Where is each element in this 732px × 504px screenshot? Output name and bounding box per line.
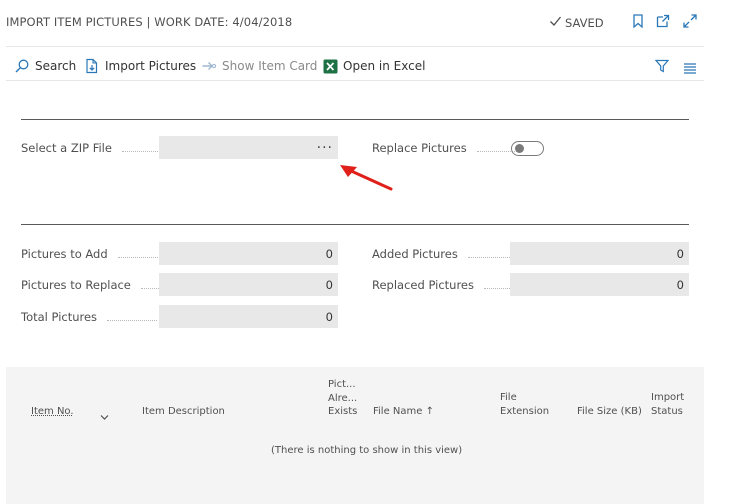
total-pictures-label: Total Pictures <box>21 310 158 324</box>
added-pictures-field: 0 <box>510 242 689 265</box>
show-item-card-button[interactable]: Show Item Card <box>201 56 317 76</box>
list-view-icon[interactable] <box>683 59 697 78</box>
toolbar-divider <box>6 80 704 81</box>
leader-dots <box>121 150 164 152</box>
total-pictures-field: 0 <box>159 305 338 328</box>
saved-label: SAVED <box>565 15 604 30</box>
excel-icon <box>323 59 338 74</box>
section-divider-options <box>21 119 689 120</box>
show-item-card-icon <box>201 58 217 74</box>
open-in-excel-label: Open in Excel <box>343 59 426 73</box>
open-new-window-icon[interactable] <box>655 13 671 29</box>
zip-file-label: Select a ZIP File <box>21 141 164 155</box>
column-header-picture-already-exists[interactable]: Pict... Alre... Exists <box>328 378 357 419</box>
checkmark-icon <box>549 15 562 30</box>
pictures-to-add-label: Pictures to Add <box>21 247 166 261</box>
replaced-pictures-field: 0 <box>510 273 689 296</box>
expand-icon[interactable] <box>682 13 698 29</box>
open-in-excel-button[interactable]: Open in Excel <box>323 56 425 76</box>
leader-dots <box>467 256 516 258</box>
replace-pictures-toggle[interactable] <box>511 141 544 156</box>
assist-edit-button[interactable]: ··· <box>317 140 333 156</box>
bookmark-icon[interactable] <box>630 13 646 29</box>
column-header-item-no[interactable]: Item No. <box>31 405 74 419</box>
column-header-item-description[interactable]: Item Description <box>142 405 225 419</box>
pictures-to-replace-label: Pictures to Replace <box>21 278 163 292</box>
column-header-import-status[interactable]: Import Status <box>651 391 684 418</box>
import-pictures-label: Import Pictures <box>105 59 197 73</box>
import-pictures-button[interactable]: Import Pictures <box>84 56 196 76</box>
column-header-file-name[interactable]: File Name ↑ <box>373 405 434 419</box>
show-item-card-label: Show Item Card <box>222 59 318 73</box>
pictures-to-replace-field: 0 <box>159 273 338 296</box>
filter-icon[interactable] <box>654 58 670 77</box>
search-label: Search <box>35 59 77 73</box>
section-divider-statistics <box>21 224 689 225</box>
empty-state-text: (There is nothing to show in this view) <box>271 445 463 456</box>
annotation-arrow <box>340 165 393 191</box>
item-pictures-grid: Item No. Item Description Pict... Alre..… <box>6 367 704 504</box>
column-header-file-extension[interactable]: File Extension <box>500 391 549 418</box>
replace-pictures-label: Replace Pictures <box>372 141 517 155</box>
import-pictures-icon <box>84 58 100 74</box>
pictures-to-add-field: 0 <box>159 242 338 265</box>
search-button[interactable]: Search <box>14 56 76 76</box>
replaced-pictures-label: Replaced Pictures <box>372 278 514 292</box>
zip-file-field[interactable]: ··· <box>159 136 338 159</box>
page-title: IMPORT ITEM PICTURES | WORK DATE: 4/04/2… <box>6 15 293 29</box>
saved-status: SAVED <box>549 15 604 30</box>
header-divider <box>6 46 704 47</box>
chevron-down-icon[interactable] <box>100 407 109 426</box>
column-header-file-size[interactable]: File Size (KB) <box>577 405 642 419</box>
toggle-knob <box>515 144 524 153</box>
leader-dots <box>107 319 158 321</box>
search-icon <box>14 58 30 74</box>
added-pictures-label: Added Pictures <box>372 247 516 261</box>
